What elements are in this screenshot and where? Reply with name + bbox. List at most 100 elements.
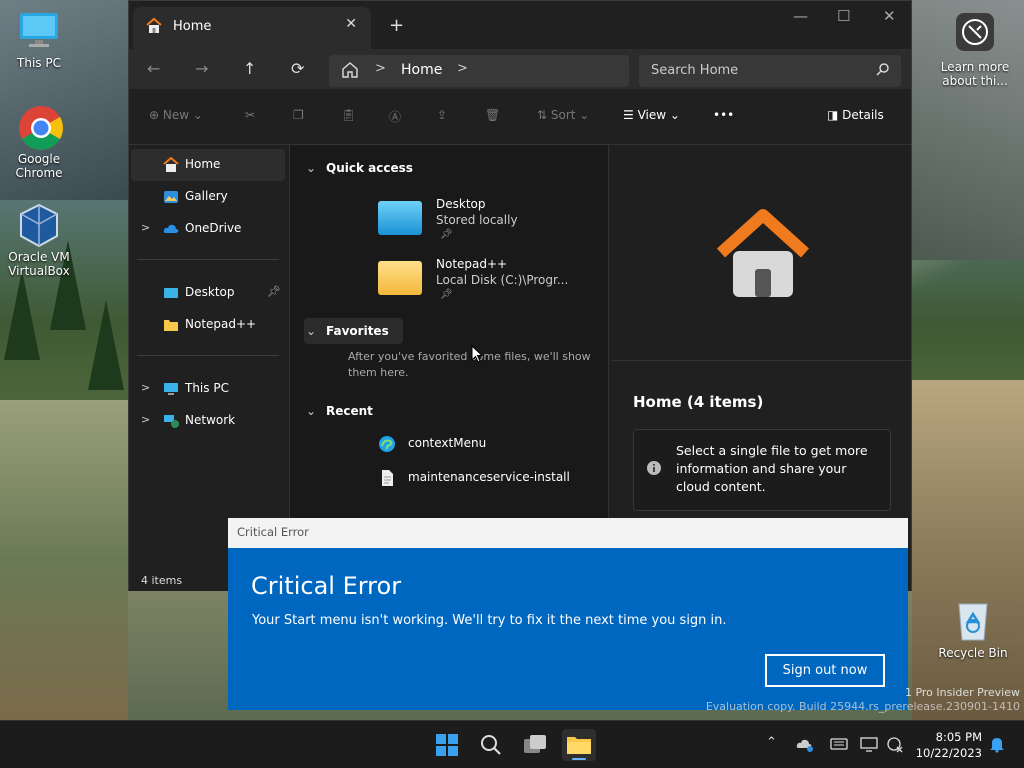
dialog-message: Your Start menu isn't working. We'll try…: [252, 613, 727, 628]
details-label: Details: [842, 108, 884, 122]
tab-label: Home: [173, 19, 212, 34]
desktop-icon-chrome[interactable]: Google Chrome: [4, 104, 74, 180]
item-name: maintenanceservice-install: [408, 470, 570, 484]
details-button[interactable]: ◨ Details: [827, 108, 884, 122]
pin-icon: 📌︎: [267, 285, 281, 298]
status-item-count: 4 items: [141, 574, 183, 587]
pin-icon: 📌︎: [440, 229, 453, 240]
desktop-icon-label: Google Chrome: [15, 152, 63, 180]
taskbar-clock[interactable]: 8:05 PM 10/22/2023: [912, 729, 982, 761]
group-title: Quick access: [326, 161, 413, 175]
sidebar-item-label: Desktop: [185, 285, 235, 299]
chevron-down-icon: ⌄: [306, 324, 317, 338]
recycle-bin-icon: [951, 598, 995, 642]
more-options-button[interactable]: •••: [713, 108, 734, 122]
breadcrumb-home[interactable]: Home: [401, 62, 442, 78]
sidebar-item-network[interactable]: > Network: [131, 405, 285, 437]
clock-time: 8:05 PM: [935, 730, 982, 744]
copy-icon[interactable]: ❐: [293, 108, 304, 122]
cut-icon[interactable]: ✂: [245, 108, 255, 122]
cloud-icon: [163, 221, 179, 237]
dialog-title-bar: Critical Error: [228, 518, 908, 548]
address-bar[interactable]: > Home >: [329, 55, 629, 87]
group-title: Recent: [326, 404, 373, 418]
edge-icon: [378, 435, 396, 453]
chevron-down-icon: ⌄: [306, 404, 317, 418]
search-input[interactable]: Search Home: [639, 55, 901, 87]
desktop-icon-this-pc[interactable]: This PC: [4, 8, 74, 70]
refresh-icon[interactable]: ⟳: [291, 59, 304, 78]
share-icon[interactable]: ⇪: [437, 108, 447, 122]
chevron-right-icon[interactable]: >: [141, 221, 150, 234]
sort-label: Sort: [550, 108, 576, 122]
delete-icon[interactable]: 🗑︎: [485, 108, 500, 122]
navigation-bar: ← → ↑ ⟳ > Home > Search Home: [129, 49, 911, 89]
back-arrow-icon[interactable]: ←: [147, 59, 160, 78]
minimize-icon[interactable]: —: [793, 7, 808, 25]
details-title: Home (4 items): [633, 393, 764, 411]
chevron-down-icon: ⌄: [306, 161, 317, 175]
chevron-right-icon[interactable]: >: [141, 381, 150, 394]
chevron-right-icon[interactable]: >: [457, 61, 468, 76]
monitor-icon: [17, 8, 61, 52]
sidebar-item-label: Network: [185, 413, 236, 427]
quick-access-item-notepad[interactable]: Notepad++ Local Disk (C:)\Progr... 📌︎: [378, 257, 598, 305]
sidebar-item-home[interactable]: Home: [131, 149, 285, 181]
file-explorer-taskbar-button[interactable]: [562, 729, 596, 761]
up-arrow-icon[interactable]: ↑: [243, 59, 256, 78]
keyboard-icon[interactable]: [830, 735, 848, 753]
desktop-folder-icon: [378, 201, 422, 235]
chevron-right-icon: >: [375, 61, 386, 76]
chevron-right-icon[interactable]: >: [141, 413, 150, 426]
sidebar-item-onedrive[interactable]: > OneDrive: [131, 213, 285, 245]
home-outline-icon: [341, 61, 359, 79]
close-icon[interactable]: ✕: [345, 16, 357, 32]
search-button[interactable]: [474, 729, 508, 761]
display-icon[interactable]: [860, 735, 878, 753]
desktop-icon-recycle-bin[interactable]: Recycle Bin: [938, 598, 1008, 660]
rename-icon[interactable]: Ⓐ: [389, 108, 401, 125]
recent-header[interactable]: ⌄ Recent: [306, 404, 373, 418]
favorites-header[interactable]: ⌄ Favorites: [304, 318, 403, 344]
new-button[interactable]: ⊕ New ⌄: [149, 108, 203, 122]
paste-icon[interactable]: 📋︎: [341, 108, 356, 122]
chevron-up-icon[interactable]: ⌃: [766, 735, 784, 753]
forward-arrow-icon[interactable]: →: [195, 59, 208, 78]
critical-error-dialog: Critical Error Critical Error Your Start…: [228, 518, 908, 710]
network-disconnected-icon[interactable]: [886, 735, 904, 753]
home-icon: [163, 156, 179, 173]
task-view-button[interactable]: [518, 729, 552, 761]
sidebar-item-label: Gallery: [185, 189, 228, 203]
sort-button[interactable]: ⇅ Sort ⌄: [537, 108, 589, 122]
sidebar-item-desktop[interactable]: Desktop 📌︎: [131, 277, 285, 309]
sidebar-item-notepad[interactable]: Notepad++: [131, 309, 285, 341]
maximize-icon[interactable]: ☐: [837, 7, 850, 25]
sign-out-button[interactable]: Sign out now: [765, 654, 885, 687]
notification-bell-icon[interactable]: [988, 735, 1006, 753]
evaluation-watermark: 1 Pro Insider Preview Evaluation copy. B…: [706, 686, 1020, 714]
desktop-icon-virtualbox[interactable]: Oracle VM VirtualBox: [4, 202, 74, 278]
item-location: Stored locally: [436, 213, 518, 227]
window-close-icon[interactable]: ✕: [883, 7, 896, 25]
onedrive-tray-icon[interactable]: [796, 735, 814, 753]
sidebar-item-this-pc[interactable]: > This PC: [131, 373, 285, 405]
new-tab-button[interactable]: +: [389, 15, 404, 36]
sidebar-item-gallery[interactable]: Gallery: [131, 181, 285, 213]
dialog-heading: Critical Error: [251, 572, 402, 600]
desktop-icon-label: This PC: [17, 56, 61, 70]
view-button[interactable]: ☰ View ⌄: [623, 108, 680, 122]
search-icon: [875, 62, 891, 78]
details-preview: [611, 145, 911, 361]
details-info-box: Select a single file to get more informa…: [633, 429, 891, 511]
title-bar: Home ✕ + — ☐ ✕: [129, 1, 911, 49]
desktop-icon-learn-more[interactable]: Learn more about thi...: [940, 12, 1010, 88]
file-explorer-window: Home ✕ + — ☐ ✕ ← → ↑ ⟳ > Home > Search H…: [128, 0, 912, 591]
item-name: contextMenu: [408, 436, 487, 450]
quick-access-header[interactable]: ⌄ Quick access: [306, 161, 413, 175]
taskbar: ⌃ 8:05 PM 10/22/2023: [0, 720, 1024, 768]
pin-icon: 📌︎: [440, 289, 453, 300]
tab-home[interactable]: Home ✕: [133, 7, 371, 49]
search-icon: [481, 735, 501, 755]
start-button[interactable]: [430, 729, 464, 761]
quick-access-item-desktop[interactable]: Desktop Stored locally 📌︎: [378, 197, 598, 245]
